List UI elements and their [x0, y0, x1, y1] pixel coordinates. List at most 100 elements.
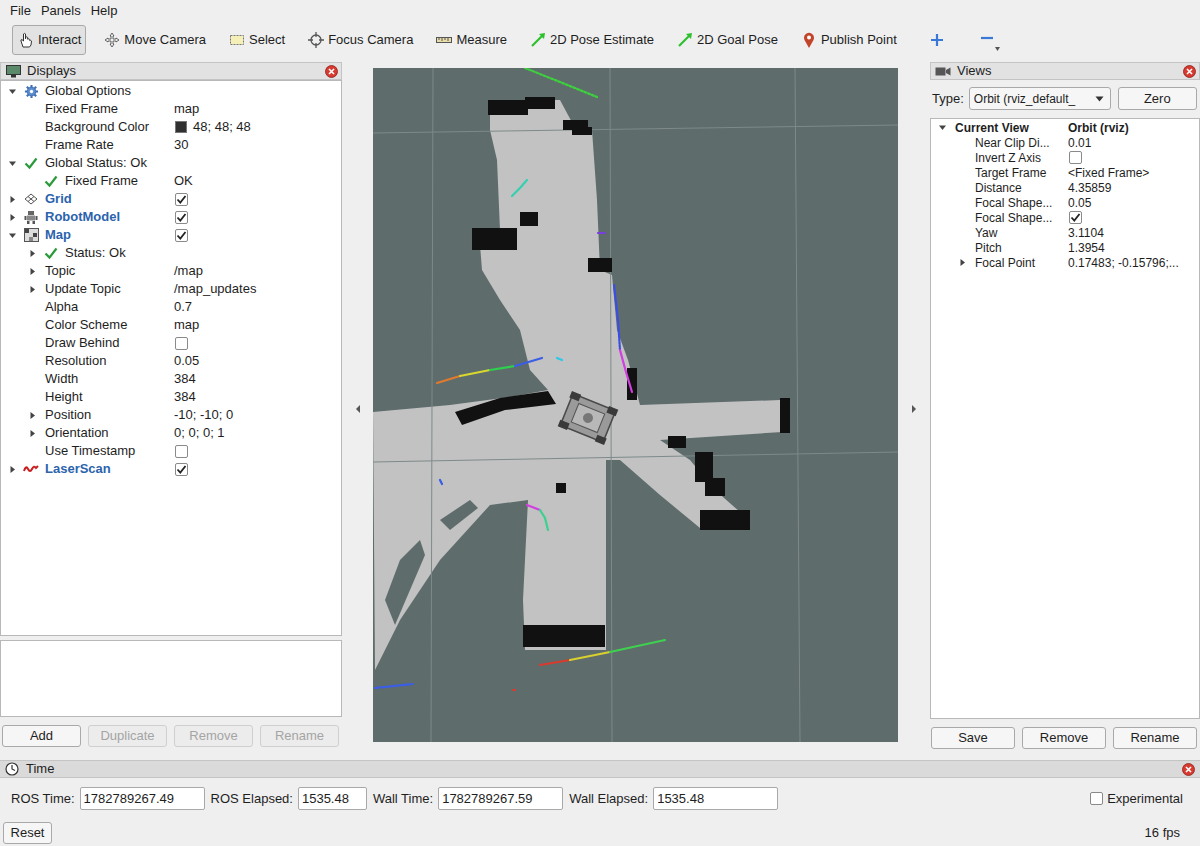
property-value[interactable]: 3.1104 — [1065, 225, 1199, 240]
checkbox[interactable] — [175, 229, 188, 242]
tree-row[interactable]: Fixed FrameOK — [1, 172, 341, 190]
property-value[interactable]: 48; 48; 48 — [171, 118, 341, 136]
menu-item[interactable]: Help — [86, 1, 123, 21]
property-value[interactable]: 384 — [171, 370, 341, 388]
expander[interactable] — [955, 256, 969, 270]
property-value[interactable]: map — [171, 100, 341, 118]
property-value[interactable]: 0.01 — [1065, 135, 1199, 150]
expander[interactable] — [25, 264, 39, 278]
tree-row[interactable]: Frame Rate30 — [1, 136, 341, 154]
expander[interactable] — [25, 282, 39, 296]
property-value[interactable]: /map — [171, 262, 341, 280]
time-field[interactable]: 1535.48 — [653, 787, 778, 810]
expander[interactable] — [25, 246, 39, 260]
tree-row[interactable]: Global Options — [1, 82, 341, 100]
panel-button[interactable]: Add — [2, 725, 81, 747]
property-value[interactable] — [171, 82, 341, 100]
checkbox[interactable] — [175, 211, 188, 224]
checkbox[interactable] — [175, 445, 188, 458]
expand-icon[interactable] — [28, 429, 37, 438]
property-value[interactable]: <Fixed Frame> — [1065, 165, 1199, 180]
tree-row[interactable]: Alpha0.7 — [1, 298, 341, 316]
property-value[interactable]: 0.7 — [171, 298, 341, 316]
tree-row[interactable]: Status: Ok — [1, 244, 341, 262]
expander[interactable] — [25, 408, 39, 422]
close-icon[interactable] — [1183, 65, 1196, 78]
tree-row[interactable]: Color Schememap — [1, 316, 341, 334]
property-value[interactable] — [1065, 210, 1199, 225]
tree-row[interactable]: Map — [1, 226, 341, 244]
property-value[interactable]: 30 — [171, 136, 341, 154]
tree-row[interactable]: Yaw3.1104 — [931, 225, 1199, 240]
zero-button[interactable]: Zero — [1118, 87, 1197, 110]
menu-item[interactable]: Panels — [36, 1, 86, 21]
collapse-icon[interactable] — [938, 123, 947, 132]
expand-icon[interactable] — [8, 195, 17, 204]
view-type-combobox[interactable]: Orbit (rviz_default_ — [969, 87, 1111, 110]
panel-button[interactable]: Save — [931, 727, 1015, 749]
menu-item[interactable]: File — [5, 1, 36, 21]
property-value[interactable] — [171, 208, 341, 226]
tree-row[interactable]: Focal Shape...0.05 — [931, 195, 1199, 210]
tree-row[interactable]: Target Frame<Fixed Frame> — [931, 165, 1199, 180]
tree-row[interactable]: Distance4.35859 — [931, 180, 1199, 195]
property-value[interactable] — [171, 442, 341, 460]
tree-row[interactable]: Fixed Framemap — [1, 100, 341, 118]
property-value[interactable] — [171, 154, 341, 172]
checkbox[interactable] — [175, 193, 188, 206]
tree-row[interactable]: Update Topic/map_updates — [1, 280, 341, 298]
time-field[interactable]: 1782789267.59 — [438, 787, 563, 810]
tree-row[interactable]: Pitch1.3954 — [931, 240, 1199, 255]
expand-icon[interactable] — [8, 465, 17, 474]
render-view[interactable] — [373, 68, 898, 742]
property-value[interactable]: 0; 0; 0; 1 — [171, 424, 341, 442]
expander[interactable] — [5, 228, 19, 242]
tool-button[interactable]: Interact — [12, 25, 86, 55]
tree-row[interactable]: Near Clip Di...0.01 — [931, 135, 1199, 150]
checkbox[interactable] — [1069, 211, 1082, 224]
expand-icon[interactable] — [8, 213, 17, 222]
tree-row[interactable]: Position-10; -10; 0 — [1, 406, 341, 424]
expander[interactable] — [935, 121, 949, 135]
property-value[interactable] — [1065, 150, 1199, 165]
expander[interactable] — [5, 192, 19, 206]
property-value[interactable]: 0.05 — [171, 352, 341, 370]
property-value[interactable] — [171, 244, 341, 262]
reset-button[interactable]: Reset — [3, 822, 52, 844]
tree-row[interactable]: Focal Point0.17483; -0.15796;... — [931, 255, 1199, 270]
left-splitter[interactable] — [342, 59, 373, 758]
tool-button[interactable]: Select — [223, 25, 290, 55]
tree-row[interactable]: Resolution0.05 — [1, 352, 341, 370]
checkbox[interactable] — [175, 463, 188, 476]
tree-row[interactable]: Topic/map — [1, 262, 341, 280]
expand-icon[interactable] — [28, 267, 37, 276]
color-swatch[interactable] — [175, 121, 187, 133]
property-value[interactable]: Orbit (rviz) — [1065, 120, 1199, 135]
remove-tool-button[interactable] — [976, 25, 1004, 55]
experimental-toggle[interactable]: Experimental — [1090, 789, 1183, 809]
property-value[interactable] — [171, 334, 341, 352]
tree-row[interactable]: Orientation0; 0; 0; 1 — [1, 424, 341, 442]
expand-icon[interactable] — [28, 411, 37, 420]
expander[interactable] — [25, 426, 39, 440]
checkbox[interactable] — [1090, 792, 1103, 805]
tree-row[interactable]: Width384 — [1, 370, 341, 388]
close-icon[interactable] — [325, 65, 338, 78]
collapse-left-icon[interactable] — [354, 404, 362, 414]
expand-icon[interactable] — [28, 285, 37, 294]
property-value[interactable]: 1.3954 — [1065, 240, 1199, 255]
tree-row[interactable]: Invert Z Axis — [931, 150, 1199, 165]
property-value[interactable] — [171, 226, 341, 244]
panel-button[interactable]: Remove — [1022, 727, 1106, 749]
property-value[interactable] — [171, 460, 341, 478]
property-value[interactable]: 4.35859 — [1065, 180, 1199, 195]
tree-row[interactable]: Draw Behind — [1, 334, 341, 352]
panel-button[interactable]: Rename — [1113, 727, 1197, 749]
tree-row[interactable]: Current ViewOrbit (rviz) — [931, 120, 1199, 135]
property-value[interactable]: map — [171, 316, 341, 334]
checkbox[interactable] — [1069, 151, 1082, 164]
tool-button[interactable]: Move Camera — [98, 25, 211, 55]
expander[interactable] — [5, 156, 19, 170]
property-value[interactable]: OK — [171, 172, 341, 190]
expander[interactable] — [5, 84, 19, 98]
